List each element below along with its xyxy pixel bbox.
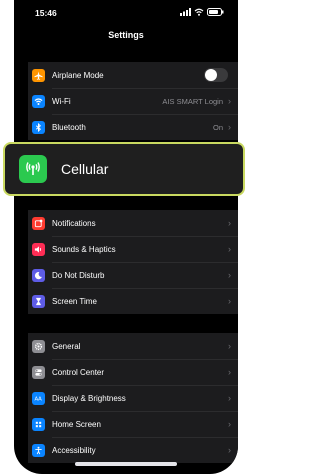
toggle-knob (205, 69, 217, 81)
airplane-icon (32, 68, 45, 82)
chevron-right-icon: › (228, 244, 231, 254)
notifications-icon (32, 216, 45, 230)
status-icons (180, 8, 224, 16)
status-time: 15:46 (35, 8, 57, 18)
row-label: Home Screen (52, 419, 101, 429)
row-accessibility[interactable]: Accessibility › (28, 437, 238, 463)
row-label: Airplane Mode (52, 70, 104, 80)
row-label: Do Not Disturb (52, 270, 105, 280)
row-screen-time[interactable]: Screen Time › (28, 288, 238, 314)
airplane-mode-toggle[interactable] (204, 68, 228, 82)
row-notifications[interactable]: Notifications › (28, 210, 238, 236)
row-general[interactable]: General › (28, 333, 238, 359)
chevron-right-icon: › (228, 393, 231, 403)
wifi-status-icon (194, 8, 204, 16)
accessibility-icon (32, 443, 45, 457)
chevron-right-icon: › (228, 445, 231, 455)
battery-icon (207, 8, 224, 16)
chevron-right-icon: › (228, 218, 231, 228)
chevron-right-icon: › (228, 341, 231, 351)
phone-screen: 15:46 Settings Airplane Mode Wi-Fi AIS S… (14, 0, 238, 474)
display-icon: AA (32, 391, 45, 405)
bluetooth-status-value: On (212, 122, 223, 132)
row-label: General (52, 341, 81, 351)
row-display-brightness[interactable]: AA Display & Brightness › (28, 385, 238, 411)
row-label: Screen Time (52, 296, 97, 306)
row-airplane-mode[interactable]: Airplane Mode (28, 62, 238, 88)
home-grid-icon (32, 417, 45, 431)
status-bar: 15:46 (14, 0, 238, 26)
row-home-screen[interactable]: Home Screen › (28, 411, 238, 437)
settings-group-connectivity: Airplane Mode Wi-Fi AIS SMART Login › Bl… (28, 62, 238, 140)
row-label: Bluetooth (52, 122, 86, 132)
row-label: Wi-Fi (52, 96, 71, 106)
wifi-icon (32, 94, 45, 108)
row-wifi[interactable]: Wi-Fi AIS SMART Login › (28, 88, 238, 114)
row-label: Accessibility (52, 445, 96, 455)
home-indicator (75, 462, 177, 466)
signal-icon (180, 8, 191, 16)
svg-text:AA: AA (35, 396, 43, 402)
bluetooth-icon (32, 120, 45, 134)
row-control-center[interactable]: Control Center › (28, 359, 238, 385)
toggles-icon (32, 365, 45, 379)
speaker-icon (32, 242, 45, 256)
chevron-right-icon: › (228, 270, 231, 280)
moon-icon (32, 268, 45, 282)
hourglass-icon (32, 294, 45, 308)
row-label: Cellular (61, 161, 109, 177)
settings-group-general: General › Control Center › AA Display & … (28, 333, 238, 463)
row-cellular-highlighted[interactable]: Cellular (3, 142, 245, 196)
wifi-network-value: AIS SMART Login (162, 96, 223, 106)
row-do-not-disturb[interactable]: Do Not Disturb › (28, 262, 238, 288)
chevron-right-icon: › (228, 367, 231, 377)
row-sounds-haptics[interactable]: Sounds & Haptics › (28, 236, 238, 262)
cellular-antenna-icon (19, 155, 47, 183)
page-title: Settings (108, 30, 144, 40)
chevron-right-icon: › (228, 419, 231, 429)
chevron-right-icon: › (228, 122, 231, 132)
gear-icon (32, 339, 45, 353)
row-label: Notifications (52, 218, 96, 228)
chevron-right-icon: › (228, 96, 231, 106)
row-bluetooth[interactable]: Bluetooth On › (28, 114, 238, 140)
settings-group-notifications: Notifications › Sounds & Haptics › Do No… (28, 210, 238, 314)
row-label: Display & Brightness (52, 393, 126, 403)
row-label: Sounds & Haptics (52, 244, 116, 254)
row-label: Control Center (52, 367, 105, 377)
chevron-right-icon: › (228, 296, 231, 306)
